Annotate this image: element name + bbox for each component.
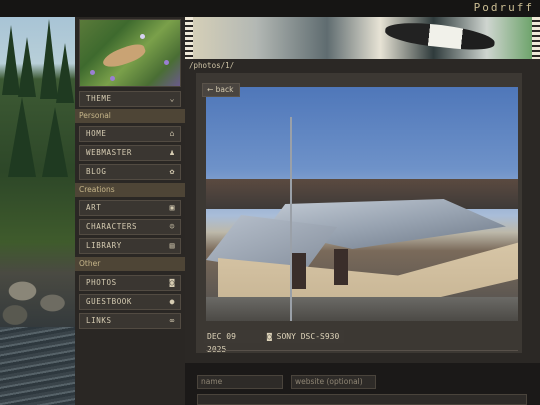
theme-label: THEME: [86, 94, 112, 103]
comment-textarea[interactable]: [197, 394, 527, 405]
book-icon: ▤: [169, 241, 175, 250]
photo-flagpole: [290, 117, 292, 321]
divider: [206, 350, 518, 351]
water-decoration: [0, 327, 75, 405]
photo-date: DEC 09 2025: [204, 330, 262, 354]
tree-decoration: [18, 37, 36, 97]
nav-item-label: WEBMASTER: [86, 148, 133, 157]
link-icon: ∞: [169, 316, 175, 325]
camera-icon: ◙: [267, 332, 272, 341]
photo-ground: [206, 297, 518, 321]
flower-decoration: [140, 34, 145, 39]
nav-item-label: ART: [86, 203, 102, 212]
back-button[interactable]: ← back: [202, 83, 240, 97]
photo[interactable]: [206, 87, 518, 321]
site-title[interactable]: Podruff: [474, 1, 534, 14]
nav-item-characters[interactable]: CHARACTERS ☺: [79, 219, 181, 235]
nav-item-photos[interactable]: PHOTOS ◙: [79, 275, 181, 291]
website-input[interactable]: website (optional): [291, 375, 376, 389]
comment-icon: ●: [169, 297, 175, 306]
name-input[interactable]: name: [197, 375, 283, 389]
stamp-edge-decoration: [532, 17, 540, 59]
nav-item-label: HOME: [86, 129, 107, 138]
bell-icon: ♟: [169, 148, 175, 157]
photo-door: [334, 249, 348, 285]
nav-item-library[interactable]: LIBRARY ▤: [79, 238, 181, 254]
rocks-decoration: [0, 267, 75, 327]
nav-item-label: BLOG: [86, 167, 107, 176]
flower-decoration: [110, 76, 115, 81]
camera-model: SONY DSC-S930: [276, 332, 340, 341]
top-bar: Podruff: [0, 0, 540, 17]
header-banner: [185, 17, 540, 59]
home-icon: ⌂: [169, 129, 175, 138]
users-icon: ☺: [169, 222, 175, 231]
camera-icon: ◙: [169, 278, 175, 287]
photo-door: [292, 253, 306, 289]
image-icon: ▣: [169, 203, 175, 212]
chevron-down-icon: ⌄: [169, 94, 175, 103]
nav-item-label: GUESTBOOK: [86, 297, 133, 306]
sidebar: THEME ⌄ Personal HOME ⌂ WEBMASTER ♟ BLOG…: [75, 17, 185, 405]
tree-decoration: [8, 97, 36, 177]
nav-item-label: CHARACTERS: [86, 222, 138, 231]
page-path: /photos/1/: [189, 61, 235, 70]
nav-item-webmaster[interactable]: WEBMASTER ♟: [79, 145, 181, 161]
stamp-edge-decoration: [185, 17, 193, 59]
avatar-creature: [100, 40, 148, 72]
tree-decoration: [42, 107, 68, 177]
avatar[interactable]: [79, 19, 181, 87]
flower-decoration: [164, 60, 169, 65]
section-header-creations: Creations: [75, 183, 185, 197]
nav-item-label: LIBRARY: [86, 241, 122, 250]
nav-item-label: LINKS: [86, 316, 112, 325]
section-header-personal: Personal: [75, 109, 185, 123]
nav-item-home[interactable]: HOME ⌂: [79, 126, 181, 142]
landscape-decoration: [0, 17, 75, 405]
tree-decoration: [56, 43, 74, 103]
photo-camera: ◙ SONY DSC-S930: [264, 330, 344, 343]
nav-item-art[interactable]: ART ▣: [79, 200, 181, 216]
nav-item-label: PHOTOS: [86, 278, 117, 287]
nav-item-links[interactable]: LINKS ∞: [79, 313, 181, 329]
nav-item-blog[interactable]: BLOG ✿: [79, 164, 181, 180]
theme-select[interactable]: THEME ⌄: [79, 91, 181, 107]
flower-decoration: [90, 70, 95, 75]
badger-illustration: [384, 19, 496, 53]
nav-item-guestbook[interactable]: GUESTBOOK ●: [79, 294, 181, 310]
section-header-other: Other: [75, 257, 185, 271]
flower-icon: ✿: [169, 167, 175, 176]
